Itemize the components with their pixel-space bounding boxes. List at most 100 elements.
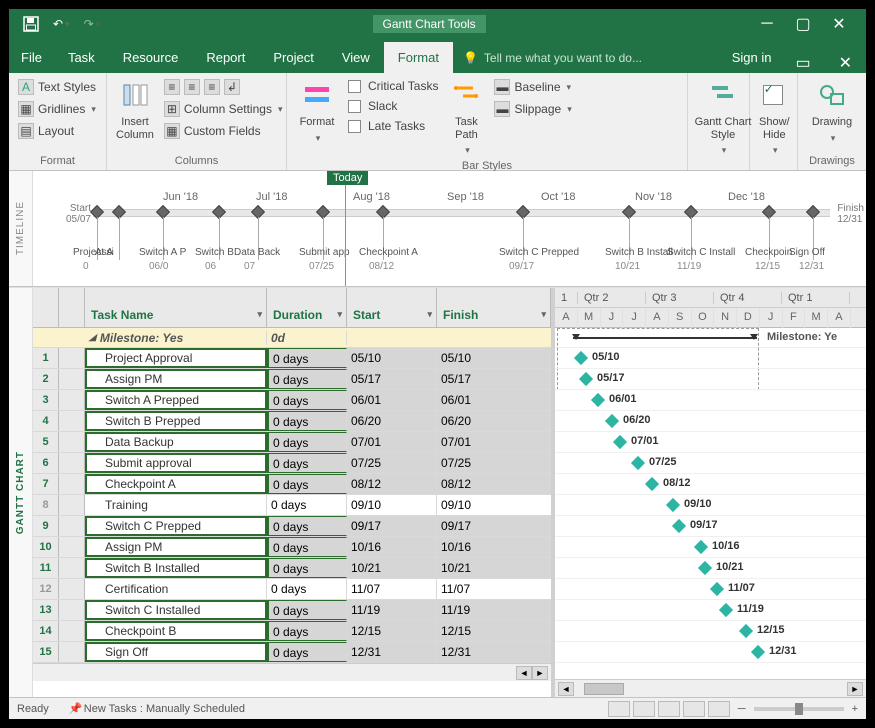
task-name-cell[interactable]: Switch A Prepped (85, 390, 267, 410)
finish-cell[interactable]: 07/01 (437, 432, 551, 452)
milestone-diamond[interactable] (694, 540, 708, 554)
duration-cell[interactable]: 0 days (267, 369, 347, 389)
finish-cell[interactable]: 11/19 (437, 600, 551, 620)
task-row[interactable]: 2Assign PM0 days05/1705/17 (33, 369, 551, 390)
menu-file[interactable]: File (9, 42, 54, 73)
duration-cell[interactable]: 0 days (267, 516, 347, 536)
row-number[interactable]: 3 (33, 390, 59, 410)
chart-row[interactable]: 06/01 (555, 390, 866, 411)
scroll-left-icon[interactable]: ◄ (558, 682, 574, 696)
finish-cell[interactable]: 05/10 (437, 348, 551, 368)
menu-resource[interactable]: Resource (109, 42, 193, 73)
duration-cell[interactable]: 0 days (267, 411, 347, 431)
row-number[interactable]: 7 (33, 474, 59, 494)
finish-cell[interactable]: 09/10 (437, 495, 551, 515)
gantt-chart-style-button[interactable]: Gantt Chart Style▾ (694, 77, 752, 158)
task-row[interactable]: 9Switch C Prepped0 days09/1709/17 (33, 516, 551, 537)
row-number[interactable]: 13 (33, 600, 59, 620)
task-row[interactable]: 11Switch B Installed0 days10/2110/21 (33, 558, 551, 579)
start-cell[interactable]: 06/01 (347, 390, 437, 410)
minimize-button[interactable]: ─ (758, 15, 776, 33)
task-name-cell[interactable]: Checkpoint B (85, 621, 267, 641)
view-btn-5[interactable] (708, 701, 730, 717)
task-name-cell[interactable]: Checkpoint A (85, 474, 267, 494)
task-row[interactable]: 12Certification0 days11/0711/07 (33, 579, 551, 600)
text-styles-button[interactable]: AText Styles (15, 77, 100, 97)
sign-in-button[interactable]: Sign in (722, 42, 782, 73)
chart-row[interactable]: 07/01 (555, 432, 866, 453)
task-name-cell[interactable]: Certification (85, 579, 267, 599)
task-row[interactable]: 10Assign PM0 days10/1610/16 (33, 537, 551, 558)
task-name-cell[interactable]: Project Approval (85, 348, 267, 368)
duration-cell[interactable]: 0 days (267, 348, 347, 368)
chart-row[interactable]: 07/25 (555, 453, 866, 474)
duration-cell[interactable]: 0 days (267, 474, 347, 494)
finish-cell[interactable]: 05/17 (437, 369, 551, 389)
row-number[interactable]: 1 (33, 348, 59, 368)
slippage-button[interactable]: ▬Slippage▾ (491, 99, 574, 119)
chart-row[interactable]: 09/10 (555, 495, 866, 516)
chart-horizontal-scrollbar[interactable]: ◄ ► (555, 679, 866, 697)
scroll-right-icon[interactable]: ► (847, 682, 863, 696)
collapse-icon[interactable]: ◢ (89, 332, 96, 343)
duration-cell[interactable]: 0 days (267, 558, 347, 578)
duration-cell[interactable]: 0 days (267, 537, 347, 557)
duration-cell[interactable]: 0 days (267, 432, 347, 452)
task-name-cell[interactable]: Switch B Installed (85, 558, 267, 578)
milestone-diamond[interactable] (574, 351, 588, 365)
save-icon[interactable] (23, 16, 39, 32)
row-number[interactable]: 12 (33, 579, 59, 599)
close-window-button[interactable]: ✕ (825, 53, 866, 73)
drawing-button[interactable]: Drawing▾ (804, 77, 860, 153)
chart-row[interactable]: 06/20 (555, 411, 866, 432)
zoom-in-button[interactable]: + (852, 703, 858, 715)
start-cell[interactable]: 10/21 (347, 558, 437, 578)
menu-view[interactable]: View (328, 42, 384, 73)
menu-report[interactable]: Report (192, 42, 259, 73)
col-finish[interactable]: Finish▾ (437, 288, 551, 327)
milestone-diamond[interactable] (613, 435, 627, 449)
scroll-left-icon[interactable]: ◄ (516, 666, 532, 680)
start-cell[interactable]: 10/16 (347, 537, 437, 557)
duration-cell[interactable]: 0 days (267, 642, 347, 662)
baseline-button[interactable]: ▬Baseline▾ (491, 77, 574, 97)
insert-column-button[interactable]: Insert Column (113, 77, 157, 153)
start-cell[interactable]: 06/20 (347, 411, 437, 431)
row-number[interactable]: 14 (33, 621, 59, 641)
start-cell[interactable]: 08/12 (347, 474, 437, 494)
row-number[interactable]: 11 (33, 558, 59, 578)
view-btn-2[interactable] (633, 701, 655, 717)
finish-cell[interactable]: 07/25 (437, 453, 551, 473)
task-row[interactable]: 4Switch B Prepped0 days06/2006/20 (33, 411, 551, 432)
chart-row[interactable]: 10/21 (555, 558, 866, 579)
col-start[interactable]: Start▾ (347, 288, 437, 327)
milestone-diamond[interactable] (698, 561, 712, 575)
task-row[interactable]: 6Submit approval0 days07/2507/25 (33, 453, 551, 474)
row-number[interactable]: 2 (33, 369, 59, 389)
duration-cell[interactable]: 0 days (267, 621, 347, 641)
start-cell[interactable]: 12/31 (347, 642, 437, 662)
timeline-body[interactable]: Today Start05/07 Finish12/31 Jun '18Jul … (33, 171, 866, 286)
row-number[interactable]: 8 (33, 495, 59, 515)
milestone-diamond[interactable] (631, 456, 645, 470)
view-btn-4[interactable] (683, 701, 705, 717)
milestone-diamond[interactable] (645, 477, 659, 491)
maximize-button[interactable]: ▢ (794, 15, 812, 33)
milestone-diamond[interactable] (666, 498, 680, 512)
chart-row[interactable]: 11/07 (555, 579, 866, 600)
task-name-cell[interactable]: Sign Off (85, 642, 267, 662)
chart-row[interactable]: 05/17 (555, 369, 866, 390)
milestone-diamond[interactable] (710, 582, 724, 596)
task-row[interactable]: 13Switch C Installed0 days11/1911/19 (33, 600, 551, 621)
task-name-cell[interactable]: Switch B Prepped (85, 411, 267, 431)
chart-row[interactable]: 10/16 (555, 537, 866, 558)
finish-cell[interactable]: 12/15 (437, 621, 551, 641)
finish-cell[interactable]: 12/31 (437, 642, 551, 662)
finish-cell[interactable]: 10/16 (437, 537, 551, 557)
undo-button[interactable]: ↶ ▾ (53, 17, 70, 31)
menu-format[interactable]: Format (384, 42, 453, 73)
finish-cell[interactable]: 09/17 (437, 516, 551, 536)
zoom-slider[interactable] (754, 707, 844, 711)
layout-button[interactable]: ▤Layout (15, 121, 100, 141)
zoom-out-button[interactable]: ─ (738, 703, 746, 715)
